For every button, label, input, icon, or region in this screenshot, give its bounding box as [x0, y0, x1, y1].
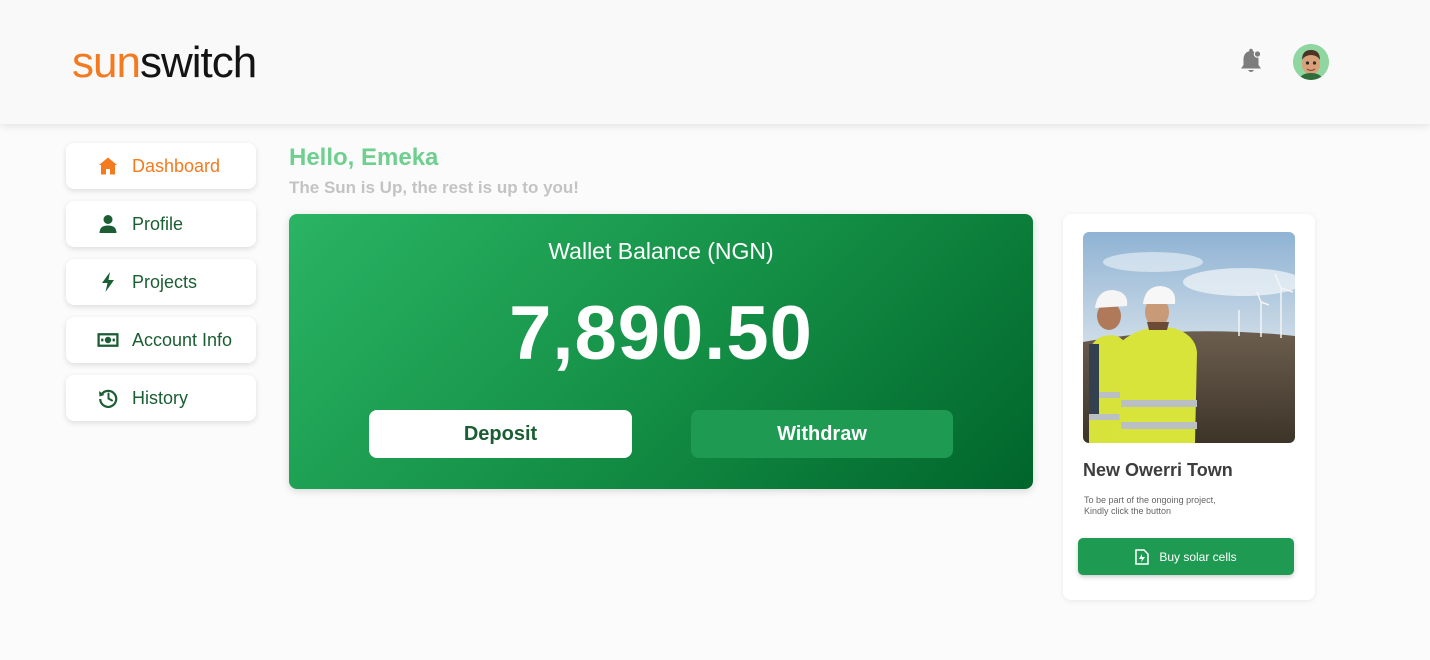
project-image [1083, 232, 1295, 443]
logo-switch-text: switch [139, 38, 257, 87]
buy-solar-cells-button[interactable]: Buy solar cells [1078, 538, 1294, 575]
sidebar-item-label: Projects [132, 271, 198, 292]
sidebar-item-history[interactable]: History [66, 375, 256, 421]
sidebar-item-label: Account Info [132, 329, 233, 350]
deposit-button[interactable]: Deposit [369, 410, 632, 458]
sidebar-item-dashboard[interactable]: Dashboard [66, 143, 256, 189]
lightning-icon [97, 271, 119, 293]
wallet-amount: 7,890.50 [509, 291, 813, 376]
top-header: sunswitch [0, 0, 1430, 124]
withdraw-button[interactable]: Withdraw [691, 410, 953, 458]
sidebar-item-label: Dashboard [132, 155, 221, 176]
project-description-line: Kindly click the button [1084, 506, 1172, 516]
user-icon [97, 213, 119, 235]
project-description: To be part of the ongoing project, Kindl… [1084, 495, 1284, 517]
buy-button-label: Buy solar cells [1159, 549, 1237, 564]
sunswitch-logo[interactable]: sunswitch [72, 38, 257, 88]
greeting-heading: Hello, Emeka [289, 144, 439, 171]
project-description-line: To be part of the ongoing project, [1084, 495, 1216, 505]
project-title: New Owerri Town [1083, 460, 1233, 480]
home-icon [97, 155, 119, 177]
logo-sun-text: sun [72, 38, 141, 87]
sidebar-item-profile[interactable]: Profile [66, 201, 256, 247]
wallet-balance-card: Wallet Balance (NGN) 7,890.50 Deposit Wi… [289, 214, 1033, 489]
avatar[interactable] [1293, 44, 1329, 80]
sidebar-item-account-info[interactable]: Account Info [66, 317, 256, 363]
wallet-title: Wallet Balance (NGN) [548, 238, 774, 264]
sidebar-item-projects[interactable]: Projects [66, 259, 256, 305]
history-icon [97, 387, 119, 409]
solar-cell-icon [1135, 548, 1150, 565]
sidebar-item-label: History [132, 387, 189, 408]
bell-icon[interactable] [1238, 48, 1264, 76]
greeting-tagline: The Sun is Up, the rest is up to you! [289, 178, 579, 197]
sidebar-item-label: Profile [132, 213, 184, 234]
project-card: New Owerri Town To be part of the ongoin… [1063, 214, 1315, 600]
money-icon [97, 329, 119, 351]
